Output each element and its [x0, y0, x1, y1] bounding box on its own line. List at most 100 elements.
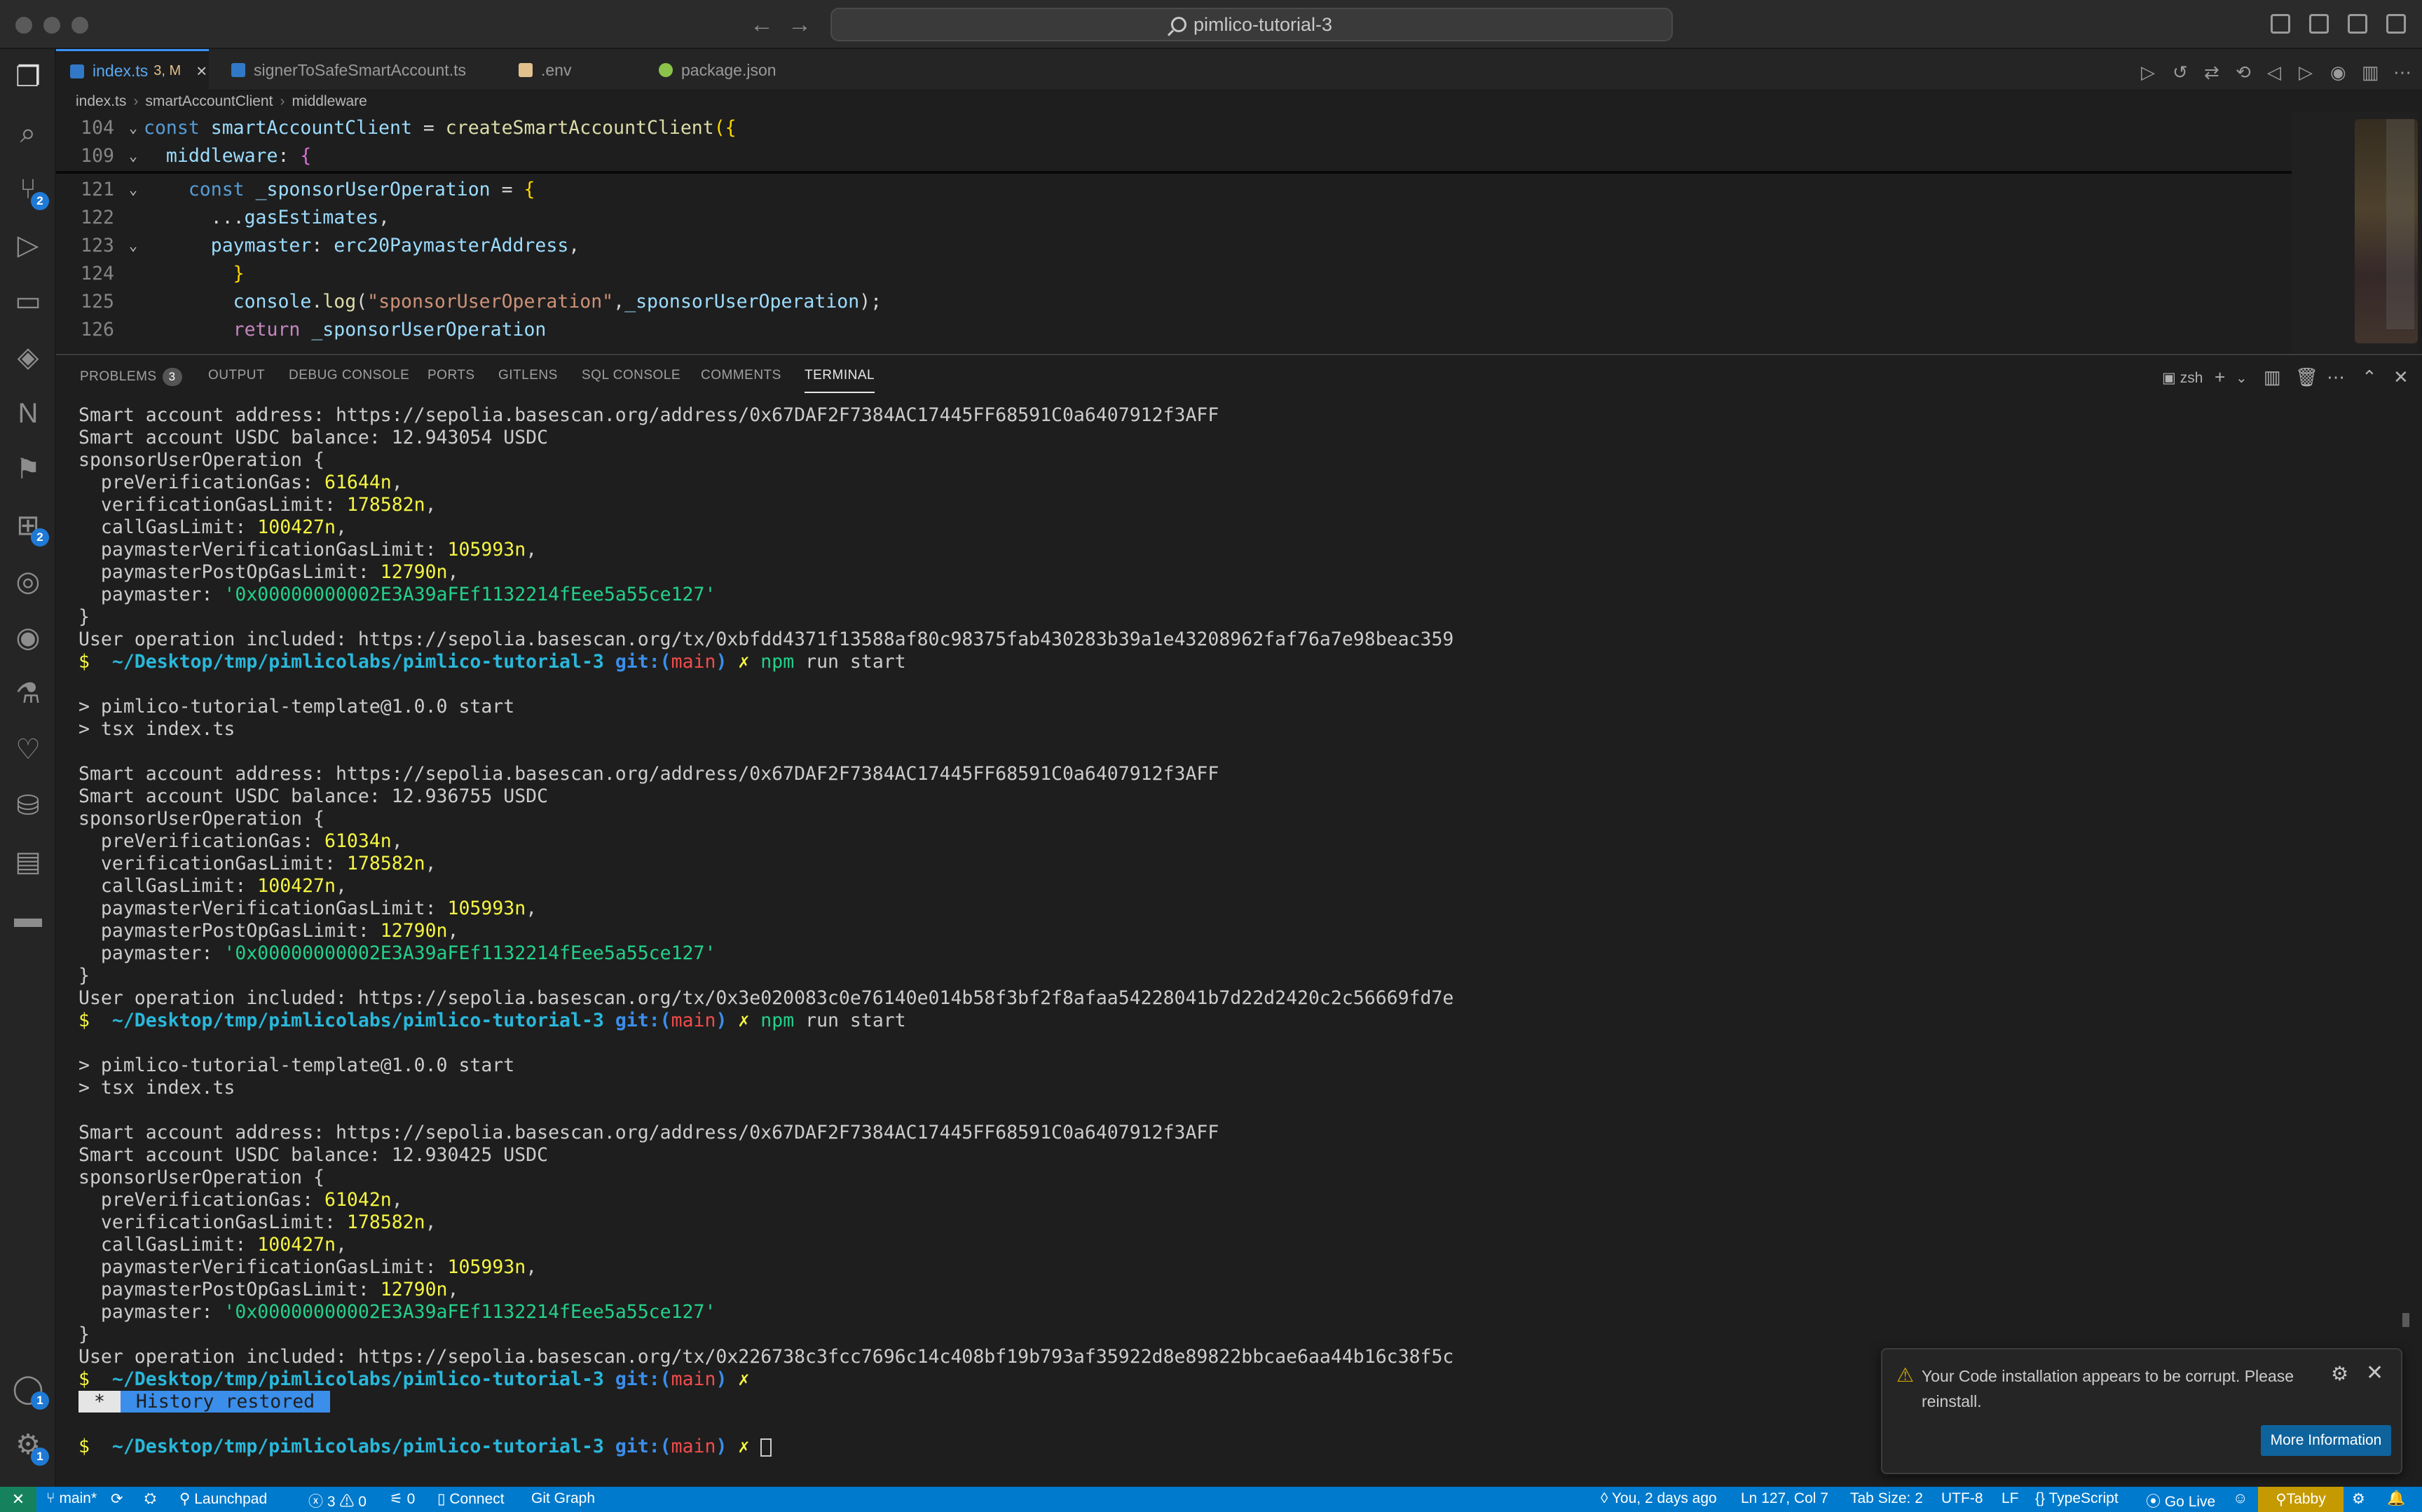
testing-icon[interactable]: ⚗ [0, 671, 56, 716]
tab-signer-to-safe-smart-account[interactable]: signerToSafeSmartAccount.ts [217, 49, 547, 91]
favorites-icon[interactable]: ♡ [0, 727, 56, 772]
close-window-button[interactable] [15, 17, 32, 34]
branch-status[interactable]: ⑂ main* [46, 1490, 97, 1507]
fold-chevron-icon[interactable]: ⌄ [123, 181, 144, 198]
kill-terminal-icon[interactable]: 🗑 [2295, 366, 2318, 388]
code-line[interactable]: 109 ⌄ middleware: { [56, 142, 2299, 170]
gear-icon[interactable]: ⚙ [2331, 1362, 2348, 1385]
forward-arrow-icon[interactable]: → [788, 11, 812, 39]
remote-explorer-icon[interactable]: ◉ [0, 615, 56, 660]
more-information-button[interactable]: More Information [2261, 1425, 2391, 1456]
extensions-icon[interactable]: ⊞ 2 [0, 503, 56, 548]
feedback-icon[interactable]: ⚙ [2352, 1490, 2365, 1508]
sync-icon[interactable]: ⟳ [111, 1490, 123, 1508]
tabby-status[interactable]: ⚲ Tabby [2258, 1487, 2344, 1512]
launchpad-status[interactable]: ⚲ Launchpad [179, 1490, 267, 1508]
copilot-icon[interactable]: ☺ [2233, 1490, 2247, 1507]
tab-terminal[interactable]: TERMINAL [805, 368, 875, 393]
search-icon[interactable]: ⌕ [0, 111, 56, 156]
minimap[interactable] [2292, 112, 2418, 354]
code-line[interactable]: 126 return _sponsorUserOperation [56, 315, 2299, 343]
bookmarks-icon[interactable]: ⚑ [0, 447, 56, 492]
fold-chevron-icon[interactable]: ⌄ [123, 119, 144, 136]
code-editor[interactable]: 104 ⌄ const smartAccountClient = createSma… [56, 112, 2422, 354]
explorer-icon[interactable]: ❐ [0, 55, 56, 99]
tab-env[interactable]: .env [505, 49, 645, 91]
toggle-secondary-sidebar-icon[interactable] [2348, 14, 2367, 34]
tab-size[interactable]: Tab Size: 2 [1850, 1490, 1923, 1507]
customize-layout-icon[interactable] [2386, 14, 2406, 34]
connect-status[interactable]: ▯ Connect [437, 1490, 505, 1508]
minimize-window-button[interactable] [43, 17, 60, 34]
split-terminal-icon[interactable]: ▥ [2264, 366, 2281, 388]
toggle-primary-sidebar-icon[interactable] [2271, 14, 2290, 34]
toggle-panel-icon[interactable] [2309, 14, 2329, 34]
code-line[interactable]: 123 ⌄ paymaster: erc20PaymasterAddress, [56, 231, 2299, 259]
run-icon[interactable]: ▷ [2141, 62, 2155, 83]
breadcrumb-member[interactable]: middleware [292, 93, 367, 110]
settings-gear-icon[interactable]: ⚙ 1 [0, 1422, 56, 1467]
remote-indicator-icon[interactable]: ✕ [0, 1487, 36, 1512]
maximize-window-button[interactable] [71, 17, 88, 34]
git-history-icon[interactable]: ⟲ [2236, 62, 2251, 83]
chat-icon[interactable]: ▭ [0, 279, 56, 324]
comments-icon[interactable]: ▤ [0, 839, 56, 884]
code-line[interactable]: 104 ⌄ const smartAccountClient = createSma… [56, 114, 2299, 142]
tab-index-ts[interactable]: index.ts 3, M × [56, 49, 209, 91]
go-live-status[interactable]: ⦿ Go Live [2146, 1490, 2215, 1511]
code-line[interactable]: 121 ⌄ const _sponsorUserOperation = { [56, 175, 2299, 203]
code-line[interactable]: 122 ... gasEstimates, [56, 203, 2299, 231]
git-graph-status[interactable]: Git Graph [531, 1490, 595, 1507]
breadcrumb-symbol[interactable]: smartAccountClient [145, 93, 273, 110]
tab-package-json[interactable]: package.json [645, 49, 827, 91]
tab-gitlens[interactable]: GITLENS [498, 368, 558, 383]
run-debug-icon[interactable]: ▷ [0, 223, 56, 268]
close-tab-icon[interactable]: × [196, 60, 207, 82]
problems-status[interactable]: ⓧ 3 ⚠ 0 [308, 1490, 367, 1511]
split-editor-icon[interactable]: ▥ [2362, 62, 2379, 83]
tab-output[interactable]: OUTPUT [208, 368, 265, 383]
language-mode[interactable]: {} TypeScript [2035, 1490, 2119, 1507]
terminal-dropdown-icon[interactable]: ⌄ [2236, 369, 2247, 387]
tab-problems[interactable]: PROBLEMS 3 [80, 368, 182, 386]
tab-debug-console[interactable]: DEBUG CONSOLE [289, 368, 409, 383]
gitlens-status-icon[interactable]: ⛭ [144, 1490, 156, 1507]
end-of-line[interactable]: LF [2002, 1490, 2019, 1507]
close-panel-icon[interactable]: ✕ [2393, 366, 2409, 388]
tab-ports[interactable]: PORTS [427, 368, 475, 383]
command-center-search[interactable]: pimlico-tutorial-3 [830, 8, 1673, 41]
maximize-panel-icon[interactable]: ⌃ [2362, 366, 2377, 388]
terminal-scrollbar[interactable] [2402, 1313, 2409, 1327]
next-change-icon[interactable]: ▷ [2299, 62, 2313, 83]
code-line[interactable]: 124 } [56, 259, 2299, 287]
previous-change-icon[interactable]: ◁ [2267, 62, 2281, 83]
fold-chevron-icon[interactable]: ⌄ [123, 147, 144, 164]
blame-status[interactable]: ◊ You, 2 days ago [1601, 1490, 1717, 1507]
compare-changes-icon[interactable]: ⇄ [2204, 62, 2219, 83]
fold-chevron-icon[interactable]: ⌄ [123, 237, 144, 254]
close-icon[interactable]: ✕ [2366, 1361, 2383, 1385]
ports-status[interactable]: ⚟ 0 [390, 1490, 415, 1508]
nx-console-icon[interactable]: N [0, 391, 56, 436]
code-line[interactable]: 125 console. log("sponsorUserOperation", _… [56, 287, 2299, 315]
cursor-position[interactable]: Ln 127, Col 7 [1741, 1490, 1828, 1507]
ethereum-icon[interactable]: ◈ [0, 335, 56, 380]
encoding[interactable]: UTF-8 [1941, 1490, 1983, 1507]
minimap-slider[interactable] [2386, 119, 2414, 329]
timeline-icon[interactable]: ↺ [2173, 62, 2188, 83]
database-icon[interactable]: ⛁ [0, 783, 56, 828]
new-terminal-icon[interactable]: + [2215, 366, 2225, 388]
more-actions-icon[interactable]: ⋯ [2393, 62, 2411, 83]
account-icon[interactable]: ◯ 1 [0, 1366, 56, 1411]
terminal-output[interactable]: Smart account address: https://sepolia.b… [78, 404, 2391, 1487]
tab-sql-console[interactable]: SQL CONSOLE [582, 368, 680, 383]
gitlens-icon[interactable]: ◎ [0, 559, 56, 604]
breadcrumb-file[interactable]: index.ts [76, 93, 126, 110]
back-arrow-icon[interactable]: ← [750, 11, 774, 39]
more-actions-icon[interactable]: ⋯ [2327, 366, 2345, 388]
folder-icon[interactable]: ▬ [0, 895, 56, 940]
notifications-bell-icon[interactable]: 🔔 [2387, 1490, 2405, 1507]
gitlens-inspect-icon[interactable]: ◉ [2330, 62, 2346, 83]
source-control-icon[interactable]: ⑂ 2 [0, 167, 56, 212]
tab-comments[interactable]: COMMENTS [701, 368, 781, 383]
